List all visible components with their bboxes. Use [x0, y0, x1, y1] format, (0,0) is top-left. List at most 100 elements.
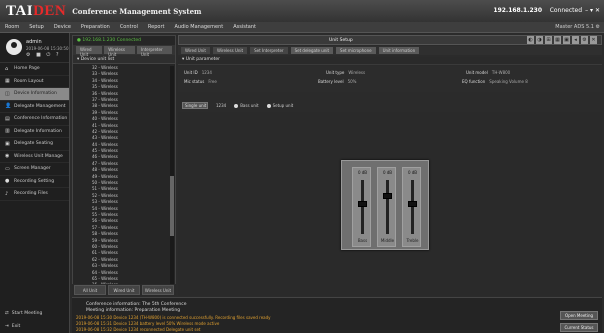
toolbar-icon-8[interactable]: ✕ [590, 36, 597, 44]
unit-select-combo[interactable]: Single unit [182, 101, 208, 109]
mic-status-field: Mic status Free [184, 79, 217, 84]
toolbar-icon-7[interactable]: ⚙ [581, 36, 588, 44]
sidebar-item-delegate-seating[interactable]: ▣ Delegate Seating [0, 138, 69, 151]
sidebar-delegate-management-icon: 👤 [5, 103, 12, 110]
window-controls[interactable]: – ▾ ✕ [585, 7, 600, 14]
sidebar-item-room-layout[interactable]: ▦ Room Layout [0, 76, 69, 88]
tab-wired-unit[interactable]: Wired Unit [76, 46, 103, 57]
server-ip: 192.168.1.230 [493, 7, 542, 14]
log-line-1: 2019-06-08 15:30 Device 1234 (TH-W800) i… [76, 315, 271, 320]
toolbar-icon-3[interactable]: ⊞ [545, 36, 552, 44]
sidebar-item-home-page[interactable]: ⌂ Home Page [0, 63, 69, 76]
sidebar-item-recording-files[interactable]: ♪ Recording Files [0, 188, 69, 201]
subbar-wireless-unit-button[interactable]: Wireless Unit [212, 47, 248, 54]
toolbar-icon-1[interactable]: ◐ [527, 36, 534, 44]
menu-setup[interactable]: Setup [24, 24, 49, 30]
toolbar-icon-5[interactable]: ▣ [563, 36, 570, 44]
scrollbar-thumb[interactable] [170, 176, 174, 236]
eq-slider-track[interactable] [386, 180, 389, 234]
sidebar-item-wireless-unit-manage[interactable]: ◉ Wireless Unit Manage [0, 151, 69, 163]
sidebar-item-start-meeting[interactable]: ⇄ Start Meeting [0, 307, 70, 320]
menu-report[interactable]: Report [143, 24, 170, 30]
sidebar-conference-information-icon: ▤ [5, 115, 10, 122]
app-window: TAIDEN Conference Management System 192.… [0, 0, 604, 333]
eq-slider-knob[interactable] [383, 193, 392, 200]
eq-value: 0 dB [407, 170, 418, 175]
sidebar-item-label: Delegate Management [14, 103, 66, 109]
sidebar-item-delegate-management[interactable]: 👤 Delegate Management [0, 101, 69, 113]
eq-function-field: EQ function Speaking Volume 8 [462, 79, 528, 84]
menu-audio-management[interactable]: Audio Management [169, 24, 228, 30]
eq-mixer-panel: 0 dB Bass 0 dB Middle 0 dB Treble [341, 160, 429, 250]
menu-device[interactable]: Device [49, 24, 76, 30]
sidebar-item-delegate-information[interactable]: ▥ Delegate Information [0, 126, 69, 138]
profile-icons[interactable]: ⚙ ■ ⏻ ? [26, 52, 61, 58]
device-list-panel: ● 192.168.1.230 Connected Wired Unit Wir… [72, 35, 176, 296]
meeting-info: Meeting information: Preparation Meeting [86, 308, 181, 313]
wired-unit-button[interactable]: Wired Unit [108, 285, 140, 295]
subbar-set-delegate-unit-button[interactable]: Set delegate unit [290, 47, 334, 54]
menu-bar: Room Setup Device Preparation Control Re… [0, 22, 604, 33]
unit-parameter-header[interactable]: ▾ Unit parameter [178, 57, 602, 65]
sidebar-item-exit[interactable]: ⇥ Exit [0, 320, 70, 333]
unit-tabs: Wired Unit Wireless Unit Interpreter Uni… [73, 45, 175, 57]
connection-indicator: ● 192.168.1.230 Connected [77, 38, 141, 43]
sidebar-item-label: Start Meeting [11, 311, 43, 316]
toolbar-icon-2[interactable]: ◑ [536, 36, 543, 44]
subbar-set-interpreter-button[interactable]: Set Interpreter [250, 47, 288, 54]
device-tree-header[interactable]: ▾ Device unit list [73, 55, 175, 64]
tab-wireless-unit[interactable]: Wireless Unit [104, 46, 135, 57]
open-meeting-button[interactable]: Open Meeting [560, 311, 598, 320]
menu-assistant[interactable]: Assistant [228, 24, 261, 30]
menu-room[interactable]: Room [0, 24, 24, 30]
wireless-unit-button[interactable]: Wireless Unit [142, 285, 174, 295]
subbar-wired-unit-button[interactable]: Wired Unit [181, 47, 210, 54]
toolbar-title: Unit Setup [329, 38, 353, 43]
eq-strip-label: Bass [357, 238, 368, 243]
sidebar-item-label: Recording Files [14, 191, 48, 197]
start-meeting-icon: ⇄ [5, 311, 9, 316]
eq-slider-knob[interactable] [408, 201, 417, 208]
sidebar-wireless-unit-manage-icon: ◉ [5, 153, 10, 160]
title-bar: TAIDEN Conference Management System 192.… [0, 0, 604, 22]
menu-control[interactable]: Control [115, 24, 143, 30]
unit-type-field: Unit type Wireless [326, 70, 366, 75]
menu-right-status[interactable]: Master ADS 5.1 ⚙ [555, 24, 600, 30]
sidebar-item-label: Conference Information [14, 116, 68, 122]
sidebar-item-screen-manager[interactable]: ▭ Screen Manager [0, 163, 69, 176]
sidebar-item-label: Delegate Seating [14, 141, 53, 147]
current-status-button[interactable]: Current Status [560, 323, 598, 332]
unit-subbar: Wired Unit Wireless Unit Set Interpreter Se… [178, 46, 602, 55]
sidebar-device-information-icon: ◫ [5, 90, 10, 97]
tab-interpreter-unit[interactable]: Interpreter Unit [136, 46, 172, 57]
eq-value: 0 dB [357, 170, 368, 175]
status-footer: Conference information: The 5th Conferen… [72, 297, 602, 333]
unit-combo-value[interactable]: 1234 [216, 103, 226, 108]
eq-slider-knob[interactable] [358, 201, 367, 208]
taiden-logo: TAIDEN [6, 2, 67, 19]
bass-unit-radio[interactable]: Bass unit [234, 103, 259, 108]
setup-unit-radio[interactable]: Setup unit [266, 103, 293, 108]
conference-info: Conference information: The 5th Conferen… [86, 302, 187, 307]
eq-strip-middle: 0 dB Middle [377, 167, 396, 247]
sidebar-item-conference-information[interactable]: ▤ Conference Information [0, 113, 69, 126]
sidebar-item-label: Exit [11, 324, 21, 329]
log-line-2: 2019-06-08 15:31 Device 1234 battery lev… [76, 321, 220, 326]
connection-status[interactable]: Connected [550, 7, 582, 14]
unit-control-row: Single unit 1234 Bass unit Setup unit [178, 100, 602, 110]
unit-id-field: Unit ID 1234 [184, 70, 212, 75]
all-unit-button[interactable]: All Unit [74, 285, 106, 295]
device-list-scrollbar[interactable] [170, 66, 174, 294]
subbar-set-microphone-button[interactable]: Set microphone [336, 47, 376, 54]
toolbar-icon-6[interactable]: ◂ [572, 36, 579, 44]
sidebar: admin 2019-06-08 15:30:50 ⚙ ■ ⏻ ? ⌂ Home … [0, 33, 70, 333]
profile-date: 2019-06-08 15:30:50 [26, 46, 69, 51]
sidebar-item-recording-setting[interactable]: ● Recording Setting [0, 176, 69, 188]
toolbar-icon-4[interactable]: ▦ [554, 36, 561, 44]
unit-setup-toolbar: Unit Setup ◐ ◑ ⊞ ▦ ▣ ◂ ⚙ ✕ [178, 35, 602, 45]
profile-name: admin [26, 39, 42, 45]
sidebar-item-device-information[interactable]: ◫ Device Information [0, 88, 69, 101]
menu-preparation[interactable]: Preparation [76, 24, 115, 30]
subbar-unit-information-button[interactable]: Unit information [378, 47, 420, 54]
unit-model-field: Unit model TH-W800 [466, 70, 511, 75]
